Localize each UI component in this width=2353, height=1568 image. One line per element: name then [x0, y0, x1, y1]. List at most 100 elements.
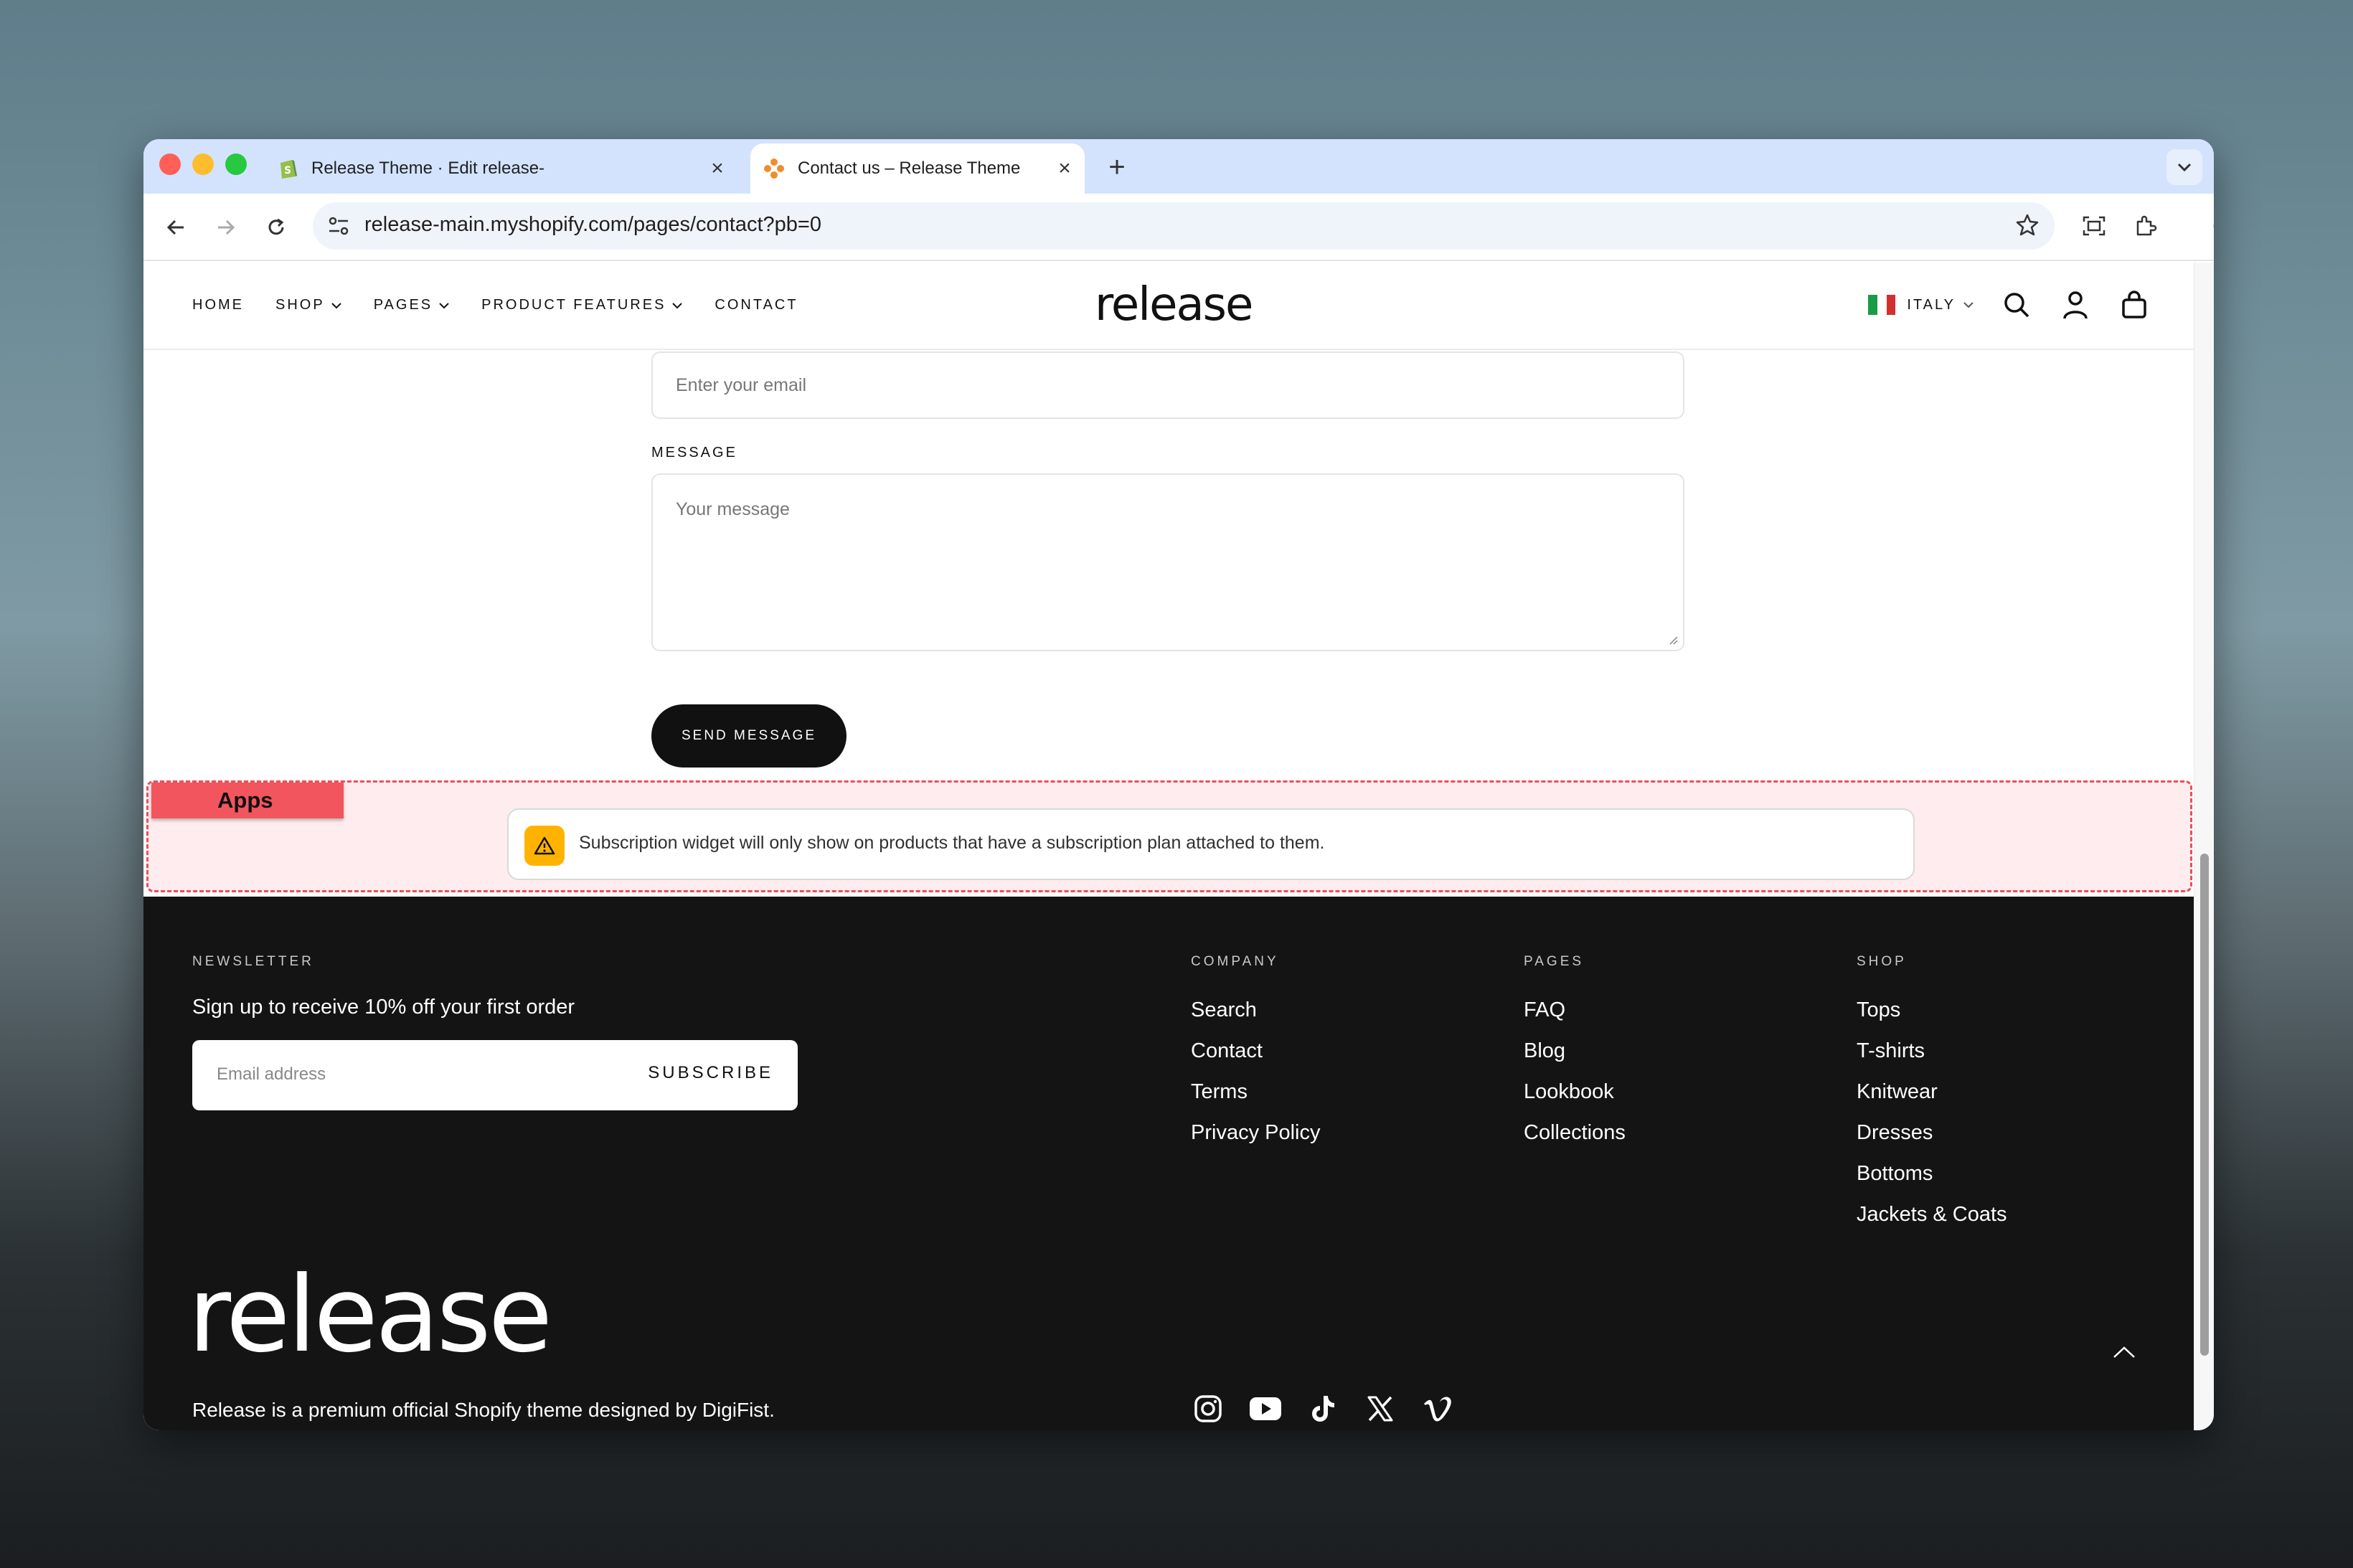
nav-label: SHOP — [275, 297, 325, 313]
newsletter-form: Email address SUBSCRIBE — [192, 1040, 798, 1110]
pages-heading: PAGES — [1524, 954, 1585, 969]
company-links: Search Contact Terms Privacy Policy — [1191, 990, 1321, 1153]
footer-logo[interactable]: release — [188, 1262, 552, 1367]
tab-strip: S Release Theme · Edit release- × Contac… — [143, 139, 2214, 194]
browser-window: S Release Theme · Edit release- × Contac… — [143, 139, 2214, 1430]
footer-link-collections[interactable]: Collections — [1524, 1113, 1626, 1153]
apps-section: Apps Subscription widget will only show … — [146, 780, 2192, 892]
screenshot-icon[interactable] — [2076, 208, 2112, 244]
bookmark-star-icon[interactable] — [2014, 212, 2040, 242]
subscription-notice: Subscription widget will only show on pr… — [507, 808, 1915, 880]
tab-contact-us[interactable]: Contact us – Release Theme × — [750, 143, 1085, 194]
company-heading: COMPANY — [1191, 954, 1279, 969]
nav-shop[interactable]: SHOP — [275, 297, 342, 313]
italy-flag-icon — [1868, 295, 1896, 315]
footer-link-privacy-policy[interactable]: Privacy Policy — [1191, 1113, 1321, 1153]
message-placeholder: Your message — [676, 499, 790, 519]
pages-links: FAQ Blog Lookbook Collections — [1524, 990, 1626, 1153]
footer-link-jackets-coats[interactable]: Jackets & Coats — [1857, 1194, 2007, 1235]
nav-label: HOME — [192, 297, 244, 313]
back-to-top-button[interactable] — [2106, 1334, 2142, 1370]
chevron-down-icon — [2177, 163, 2192, 172]
warning-icon — [524, 826, 565, 866]
email-input[interactable]: Enter your email — [651, 351, 1684, 419]
site-header: HOME SHOP PAGES PRODUCT FEATURES CONTACT… — [143, 263, 2194, 350]
url-text[interactable]: release-main.myshopify.com/pages/contact… — [364, 213, 821, 237]
country-selector[interactable]: ITALY — [1907, 297, 1956, 313]
reload-icon — [268, 218, 284, 235]
close-window-button[interactable] — [159, 154, 181, 175]
close-tab-icon[interactable]: × — [1052, 156, 1078, 181]
close-tab-icon[interactable]: × — [704, 156, 730, 181]
footer-link-t-shirts[interactable]: T-shirts — [1857, 1031, 2007, 1072]
shopify-icon: S — [277, 158, 298, 179]
nav-contact[interactable]: CONTACT — [715, 297, 798, 313]
account-icon[interactable] — [2059, 288, 2092, 321]
footer-link-search[interactable]: Search — [1191, 990, 1321, 1031]
forward-arrow-icon — [218, 219, 235, 235]
site-footer: NEWSLETTER Sign up to receive 10% off yo… — [143, 897, 2194, 1430]
footer-link-lookbook[interactable]: Lookbook — [1524, 1072, 1626, 1113]
tab-title: Contact us – Release Theme — [798, 159, 1021, 178]
message-textarea[interactable]: Your message — [651, 473, 1684, 651]
message-label: MESSAGE — [651, 445, 737, 461]
chevron-up-icon — [2113, 1346, 2135, 1358]
nav-home[interactable]: HOME — [192, 297, 244, 313]
nav-label: CONTACT — [715, 297, 798, 313]
site-settings-icon[interactable] — [327, 215, 350, 240]
footer-link-contact[interactable]: Contact — [1191, 1031, 1321, 1072]
shop-heading: SHOP — [1857, 954, 1907, 969]
nav-product-features[interactable]: PRODUCT FEATURES — [481, 297, 683, 313]
footer-link-terms[interactable]: Terms — [1191, 1072, 1321, 1113]
resize-handle-icon[interactable] — [1667, 634, 1679, 646]
nav-label: PRODUCT FEATURES — [481, 297, 666, 313]
new-tab-button[interactable]: + — [1099, 149, 1135, 185]
back-button[interactable] — [158, 209, 194, 245]
vimeo-icon[interactable] — [1420, 1392, 1455, 1426]
site-logo[interactable]: release — [1095, 278, 1253, 331]
web-page: HOME SHOP PAGES PRODUCT FEATURES CONTACT… — [143, 263, 2194, 1430]
maximize-window-button[interactable] — [225, 154, 247, 175]
back-arrow-icon — [166, 219, 184, 235]
reload-button[interactable] — [258, 209, 294, 245]
minimize-window-button[interactable] — [192, 154, 214, 175]
scrollbar-thumb[interactable] — [2200, 854, 2209, 1356]
chevron-down-icon — [672, 302, 683, 308]
chevron-down-icon[interactable] — [1963, 301, 1974, 308]
chevron-down-icon — [331, 302, 341, 308]
page-scrollbar[interactable] — [2194, 263, 2214, 1430]
social-links — [1191, 1392, 1478, 1426]
footer-link-bottoms[interactable]: Bottoms — [1857, 1153, 2007, 1194]
footer-link-blog[interactable]: Blog — [1524, 1031, 1626, 1072]
main-navigation: HOME SHOP PAGES PRODUCT FEATURES CONTACT — [192, 297, 830, 313]
chevron-down-icon — [439, 302, 449, 308]
instagram-icon[interactable] — [1191, 1392, 1225, 1426]
tiktok-icon[interactable] — [1306, 1392, 1340, 1426]
x-icon[interactable] — [1363, 1392, 1397, 1426]
forward-button[interactable] — [208, 209, 244, 245]
extensions-icon[interactable] — [2128, 208, 2164, 244]
notice-text: Subscription widget will only show on pr… — [579, 833, 1325, 853]
tab-title: Release Theme · Edit release- — [311, 159, 545, 178]
address-bar[interactable]: release-main.myshopify.com/pages/contact… — [313, 202, 2055, 250]
footer-link-knitwear[interactable]: Knitwear — [1857, 1072, 2007, 1113]
newsletter-heading: NEWSLETTER — [192, 954, 314, 969]
performance-icon[interactable] — [2205, 208, 2214, 244]
newsletter-email-input[interactable]: Email address — [217, 1064, 326, 1085]
search-icon[interactable] — [2000, 288, 2033, 321]
send-message-button[interactable]: SEND MESSAGE — [651, 704, 847, 768]
header-actions: ITALY — [1868, 288, 2151, 321]
nav-label: PAGES — [373, 297, 433, 313]
footer-link-dresses[interactable]: Dresses — [1857, 1113, 2007, 1153]
shop-links: Tops T-shirts Knitwear Dresses Bottoms J… — [1857, 990, 2007, 1235]
footer-link-tops[interactable]: Tops — [1857, 990, 2007, 1031]
cart-bag-icon[interactable] — [2118, 288, 2151, 321]
nav-pages[interactable]: PAGES — [374, 297, 450, 313]
tab-search-button[interactable] — [2166, 149, 2202, 185]
subscribe-button[interactable]: SUBSCRIBE — [648, 1063, 773, 1083]
svg-text:S: S — [284, 165, 291, 176]
tab-release-theme-edit[interactable]: S Release Theme · Edit release- × — [270, 143, 737, 194]
footer-link-faq[interactable]: FAQ — [1524, 990, 1626, 1031]
youtube-icon[interactable] — [1248, 1392, 1283, 1426]
apps-tag: Apps — [151, 783, 344, 818]
